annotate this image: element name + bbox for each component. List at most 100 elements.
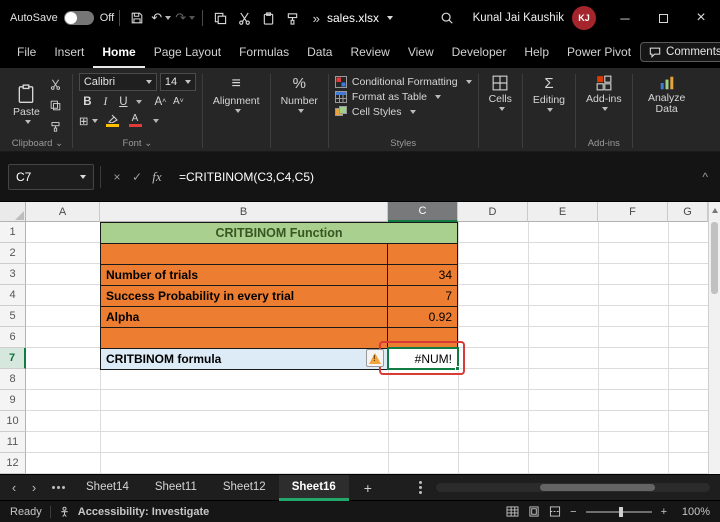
cell-b1-title[interactable]: CRITBINOM Function [101,223,458,244]
tab-page-layout[interactable]: Page Layout [145,36,230,68]
prev-sheet-icon[interactable]: ‹ [4,480,24,495]
paste-button[interactable]: Paste [9,73,44,135]
close-button[interactable]: × [682,0,720,36]
copy-icon[interactable] [208,5,232,31]
scroll-up-icon[interactable] [712,208,718,213]
comments-button[interactable]: Comments [640,42,720,62]
zoom-slider[interactable] [585,506,652,517]
font-name-select[interactable]: Calibri [78,73,157,91]
new-sheet-button[interactable]: + [355,480,381,496]
column-header-e[interactable]: E [528,202,598,222]
confirm-entry-icon[interactable]: ✓ [127,170,147,184]
column-header-f[interactable]: F [598,202,668,222]
file-name[interactable]: sales.xlsx [327,11,379,25]
more-commands-icon[interactable]: » [304,5,328,31]
formula-input[interactable]: =CRITBINOM(C3,C4,C5) [179,170,314,184]
fill-color-button[interactable] [104,114,121,127]
clipboard-icon[interactable] [256,5,280,31]
row-header-6[interactable]: 6 [0,327,26,348]
page-layout-view-icon[interactable] [528,506,540,517]
column-header-a[interactable]: A [26,202,100,222]
row-header-7[interactable]: 7 [0,348,26,369]
cell-c3-value[interactable]: 34 [388,265,458,286]
tab-data[interactable]: Data [298,36,341,68]
row-header-11[interactable]: 11 [0,432,26,453]
increase-font-button[interactable]: A ˄ [152,93,169,110]
row-header-2[interactable]: 2 [0,243,26,264]
row-header-12[interactable]: 12 [0,453,26,474]
name-box[interactable]: C7 [8,163,94,190]
undo-icon[interactable]: ↶ [149,5,173,31]
addins-button[interactable]: Add-ins [582,73,626,113]
borders-button[interactable]: ⊞ [79,112,98,129]
error-warning-icon[interactable] [366,349,384,367]
chevron-down-icon[interactable] [135,99,142,104]
column-header-g[interactable]: G [668,202,708,222]
minimize-button[interactable]: ─ [606,0,644,36]
tab-insert[interactable]: Insert [45,36,93,68]
cut-icon[interactable] [46,75,66,93]
font-color-button[interactable]: A [127,114,144,127]
next-sheet-icon[interactable]: › [24,480,44,495]
user-name[interactable]: Kunal Jai Kaushik [473,12,564,24]
tab-options-icon[interactable] [409,481,432,494]
tab-sheet12[interactable]: Sheet12 [210,475,279,501]
cells-button[interactable]: Cells [485,73,516,113]
accessibility-status[interactable]: Accessibility: Investigate [78,506,209,518]
zoom-out-icon[interactable]: − [570,506,576,518]
cell-c5-value[interactable]: 0.92 [388,307,458,328]
chevron-down-icon[interactable] [152,118,159,123]
cell-b5-label[interactable]: Alpha [101,307,389,328]
zoom-in-icon[interactable]: + [661,506,667,518]
conditional-formatting-button[interactable]: Conditional Formatting [334,76,472,88]
editing-button[interactable]: Σ Editing [529,73,569,114]
bold-button[interactable]: B [79,93,96,110]
row-header-5[interactable]: 5 [0,306,26,327]
tab-file[interactable]: File [8,36,45,68]
page-break-view-icon[interactable] [549,506,561,517]
tab-sheet11[interactable]: Sheet11 [142,475,210,501]
sheet-body[interactable]: CRITBINOM Function Number of trials 34 Su… [26,222,708,474]
column-header-c[interactable]: C [388,202,458,222]
horizontal-scrollbar[interactable] [435,483,710,492]
cell-c4-value[interactable]: 7 [388,286,458,307]
collapse-formula-bar-icon[interactable]: ^ [702,170,712,184]
row-header-8[interactable]: 8 [0,369,26,390]
format-painter-icon[interactable] [46,117,66,135]
italic-button[interactable]: I [97,93,114,110]
autosave-switch[interactable] [63,11,94,25]
zoom-level[interactable]: 100% [676,506,710,518]
format-painter-icon[interactable] [280,5,304,31]
maximize-button[interactable] [644,0,682,36]
cell-b2[interactable] [101,244,389,265]
tab-review[interactable]: Review [341,36,398,68]
format-as-table-button[interactable]: Format as Table [334,91,442,103]
vertical-scrollbar[interactable] [708,202,720,474]
copy-icon[interactable] [46,96,66,114]
zoom-slider-knob[interactable] [618,506,623,517]
user-avatar[interactable]: KJ [572,6,596,30]
row-header-9[interactable]: 9 [0,390,26,411]
redo-icon[interactable]: ↷ [173,5,197,31]
horizontal-scroll-thumb[interactable] [540,484,656,491]
font-size-select[interactable]: 14 [159,73,196,91]
vertical-scroll-thumb[interactable] [711,222,718,294]
cell-c2[interactable] [388,244,458,265]
column-header-b[interactable]: B [100,202,388,222]
column-header-d[interactable]: D [458,202,528,222]
tab-sheet14[interactable]: Sheet14 [73,475,142,501]
row-header-10[interactable]: 10 [0,411,26,432]
row-header-1[interactable]: 1 [0,222,26,243]
save-icon[interactable] [125,5,149,31]
cell-styles-button[interactable]: Cell Styles [334,106,416,118]
number-button[interactable]: % Number [277,73,322,115]
row-header-4[interactable]: 4 [0,285,26,306]
tab-developer[interactable]: Developer [443,36,516,68]
insert-function-icon[interactable]: fx [147,169,167,185]
cancel-entry-icon[interactable]: × [107,170,127,184]
select-all-corner[interactable] [0,202,26,222]
alignment-button[interactable]: ≡ Alignment [209,73,264,115]
search-icon[interactable] [435,5,459,31]
tab-sheet16[interactable]: Sheet16 [278,474,349,501]
all-sheets-icon[interactable] [44,486,73,489]
